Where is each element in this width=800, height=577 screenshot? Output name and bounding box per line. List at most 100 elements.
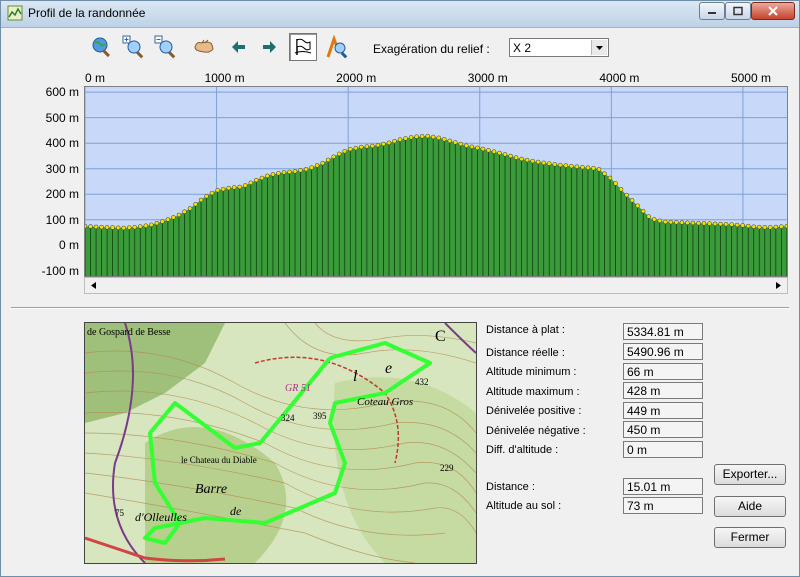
profile-point[interactable] [414, 134, 419, 139]
profile-point[interactable] [502, 152, 508, 157]
profile-point[interactable] [602, 171, 607, 176]
profile-point[interactable] [93, 224, 99, 230]
profile-point[interactable] [574, 164, 580, 169]
profile-point[interactable] [624, 192, 629, 198]
zoom-out-button[interactable] [152, 33, 180, 61]
profile-point[interactable] [204, 194, 209, 199]
minimize-button[interactable] [699, 2, 725, 20]
profile-point[interactable] [652, 217, 657, 222]
profile-point[interactable] [132, 224, 137, 230]
dropdown-arrow[interactable] [591, 40, 607, 55]
profile-point[interactable] [607, 175, 613, 181]
scroll-right-icon[interactable] [771, 278, 786, 293]
profile-point[interactable] [734, 222, 740, 228]
profile-point[interactable] [254, 177, 259, 183]
profile-point[interactable] [701, 221, 707, 226]
profile-point[interactable] [729, 222, 734, 227]
profile-point[interactable] [458, 141, 464, 147]
profile-point[interactable] [353, 145, 359, 151]
exaggeration-select[interactable]: X 2 [509, 38, 609, 57]
profile-point[interactable] [115, 225, 121, 230]
profile-point[interactable] [314, 163, 320, 168]
profile-point[interactable] [397, 137, 403, 142]
profile-point[interactable] [281, 170, 287, 175]
hiker-button[interactable] [323, 33, 351, 61]
profile-point[interactable] [392, 138, 397, 144]
profile-point[interactable] [110, 225, 115, 230]
profile-point[interactable] [182, 209, 187, 214]
profile-point[interactable] [441, 136, 447, 142]
profile-point[interactable] [718, 221, 723, 227]
profile-point[interactable] [657, 218, 663, 224]
profile-point[interactable] [303, 166, 309, 172]
profile-point[interactable] [646, 214, 651, 219]
flag-button[interactable] [289, 33, 317, 61]
profile-point[interactable] [436, 135, 441, 141]
profile-point[interactable] [265, 173, 270, 179]
chart-scrollbar[interactable] [84, 277, 788, 294]
profile-point[interactable] [187, 206, 193, 211]
profile-point[interactable] [563, 163, 569, 168]
profile-point[interactable] [220, 186, 226, 192]
profile-point[interactable] [558, 162, 563, 168]
profile-point[interactable] [226, 185, 231, 191]
profile-point[interactable] [209, 190, 215, 196]
profile-point[interactable] [375, 142, 381, 148]
profile-point[interactable] [475, 145, 480, 151]
profile-point[interactable] [138, 224, 143, 229]
elevation-profile-chart[interactable] [84, 86, 788, 277]
profile-point[interactable] [364, 144, 370, 149]
profile-point[interactable] [524, 157, 530, 163]
profile-point[interactable] [773, 224, 779, 230]
profile-point[interactable] [779, 224, 784, 229]
profile-point[interactable] [408, 135, 414, 140]
maximize-button[interactable] [725, 2, 751, 20]
profile-point[interactable] [121, 225, 126, 231]
profile-point[interactable] [712, 221, 718, 227]
profile-point[interactable] [453, 140, 458, 145]
profile-point[interactable] [276, 171, 281, 176]
profile-point[interactable] [723, 222, 729, 227]
profile-point[interactable] [596, 167, 602, 172]
profile-point[interactable] [99, 224, 104, 230]
profile-point[interactable] [613, 181, 618, 186]
profile-point[interactable] [541, 160, 546, 166]
export-button[interactable]: Exporter... [714, 464, 786, 485]
profile-point[interactable] [154, 220, 160, 226]
profile-point[interactable] [325, 157, 331, 163]
profile-point[interactable] [243, 183, 248, 188]
profile-point[interactable] [618, 187, 624, 192]
profile-point[interactable] [635, 203, 640, 209]
profile-point[interactable] [309, 165, 314, 170]
profile-point[interactable] [519, 156, 524, 162]
profile-point[interactable] [685, 220, 690, 226]
profile-point[interactable] [248, 180, 254, 186]
profile-point[interactable] [768, 225, 773, 230]
profile-point[interactable] [580, 164, 585, 170]
profile-point[interactable] [259, 175, 265, 181]
close-button[interactable]: Fermer [714, 527, 786, 548]
profile-point[interactable] [546, 161, 552, 166]
profile-point[interactable] [237, 184, 242, 190]
profile-point[interactable] [348, 146, 353, 152]
profile-point[interactable] [231, 185, 237, 190]
profile-point[interactable] [171, 215, 176, 220]
profile-point[interactable] [508, 153, 513, 159]
profile-point[interactable] [143, 223, 149, 228]
profile-point[interactable] [193, 201, 198, 207]
profile-point[interactable] [497, 150, 502, 156]
profile-point[interactable] [585, 165, 591, 170]
close-window-button[interactable] [751, 2, 795, 20]
profile-point[interactable] [469, 144, 475, 150]
profile-point[interactable] [176, 212, 182, 218]
profile-point[interactable] [530, 158, 535, 164]
topographic-map[interactable]: de Gospard de Besse GR 51 l e C Coteau G… [84, 322, 477, 564]
profile-point[interactable] [513, 155, 519, 160]
profile-point[interactable] [381, 141, 386, 147]
profile-point[interactable] [359, 144, 364, 150]
pan-hand-button[interactable] [190, 33, 218, 61]
profile-point[interactable] [342, 148, 348, 154]
profile-point[interactable] [370, 143, 375, 149]
profile-point[interactable] [430, 134, 436, 140]
profile-point[interactable] [320, 160, 325, 166]
